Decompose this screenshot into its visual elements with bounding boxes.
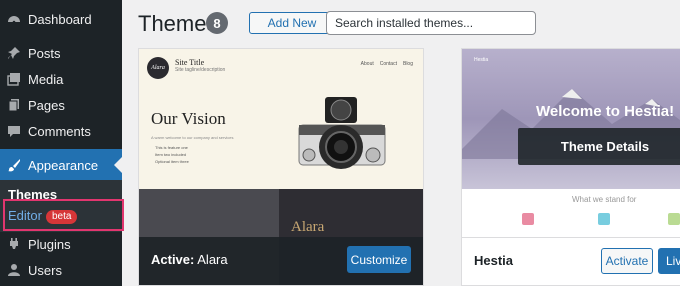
paintbrush-icon — [7, 158, 21, 172]
active-prefix: Active: — [151, 252, 195, 267]
active-theme-bar: Active: Alara Customize — [139, 237, 423, 285]
active-theme-name: Alara — [197, 252, 228, 267]
sidebar-item-comments[interactable]: Comments — [0, 118, 122, 144]
pages-icon — [7, 98, 21, 112]
theme-name: Hestia — [474, 253, 514, 268]
preview-welcome-heading: Welcome to Hestia! — [536, 103, 675, 120]
sidebar-item-label: Users — [28, 262, 62, 278]
activate-button[interactable]: Activate — [601, 248, 653, 274]
sidebar-item-users[interactable]: Users — [0, 257, 122, 283]
users-icon — [7, 263, 21, 277]
pin-icon — [7, 46, 21, 60]
sidebar-item-label: Comments — [28, 123, 91, 139]
preview-headline: Our Vision — [151, 109, 226, 128]
preview-site-title: Site Title — [175, 58, 205, 67]
sidebar-item-media[interactable]: Media — [0, 66, 122, 92]
sidebar-item-appearance[interactable]: Appearance — [0, 149, 122, 181]
theme-count-badge: 8 — [206, 12, 228, 34]
sidebar-item-pages[interactable]: Pages — [0, 92, 122, 118]
editor-highlight-outline — [3, 199, 124, 231]
dashboard-icon — [7, 12, 21, 26]
preview-nav-item: About — [360, 61, 374, 67]
preview-brand: Hestia — [474, 57, 489, 63]
theme-screenshot: Hestia Welcome to Hestia! Theme Details — [462, 49, 680, 189]
sidebar-item-dashboard[interactable]: Dashboard — [0, 6, 122, 32]
comments-icon — [7, 124, 21, 138]
theme-screenshot: Alara Site Title Site tagline/descriptio… — [139, 49, 423, 189]
theme-card-hestia[interactable]: Hestia Welcome to Hestia! Theme Details … — [461, 48, 680, 286]
plugin-icon — [7, 237, 21, 251]
admin-sidebar: Dashboard Posts Media Pages Comments App… — [0, 0, 122, 286]
site-logo: Alara — [147, 57, 169, 79]
active-theme-label: Active: Alara — [151, 252, 228, 267]
sidebar-item-label: Media — [28, 71, 64, 87]
theme-details-button[interactable]: Theme Details — [518, 128, 680, 165]
preview-nav-item: Contact — [379, 61, 397, 67]
sidebar-item-label: Dashboard — [28, 11, 92, 27]
live-preview-button[interactable]: Live — [658, 248, 680, 274]
sidebar-item-label: Appearance — [28, 157, 99, 173]
preview-section-title: What we stand for — [572, 195, 637, 204]
media-icon — [7, 72, 21, 86]
preview-feature: Item two included — [155, 152, 187, 157]
feature-icon — [668, 213, 680, 225]
add-new-button[interactable]: Add New — [249, 12, 335, 34]
theme-card-alara[interactable]: Alara Site Title Site tagline/descriptio… — [138, 48, 424, 286]
sidebar-item-label: Plugins — [28, 236, 71, 252]
sidebar-item-posts[interactable]: Posts — [0, 40, 122, 66]
preview-welcome: A warm welcome to our company and servic… — [151, 135, 234, 140]
preview-section: What we stand for — [462, 189, 680, 239]
preview-site-tagline: Site tagline/description — [175, 67, 226, 73]
customize-button[interactable]: Customize — [347, 246, 411, 273]
sidebar-item-label: Posts — [28, 45, 61, 61]
preview-feature: Optional item three — [155, 159, 189, 164]
theme-info-bar: Hestia Activate Live — [462, 237, 680, 285]
preview-nav-item: Blog — [402, 61, 413, 67]
sidebar-item-label: Pages — [28, 97, 65, 113]
preview-nav: About Contact Blog — [361, 61, 413, 67]
sidebar-item-plugins[interactable]: Plugins — [0, 231, 122, 257]
banner-word: Alara — [291, 219, 325, 235]
camera-image — [298, 97, 386, 169]
feature-icon — [598, 213, 610, 225]
feature-icon — [522, 213, 534, 225]
preview-feature: This is feature one — [155, 145, 188, 150]
search-themes-input[interactable] — [326, 11, 536, 35]
